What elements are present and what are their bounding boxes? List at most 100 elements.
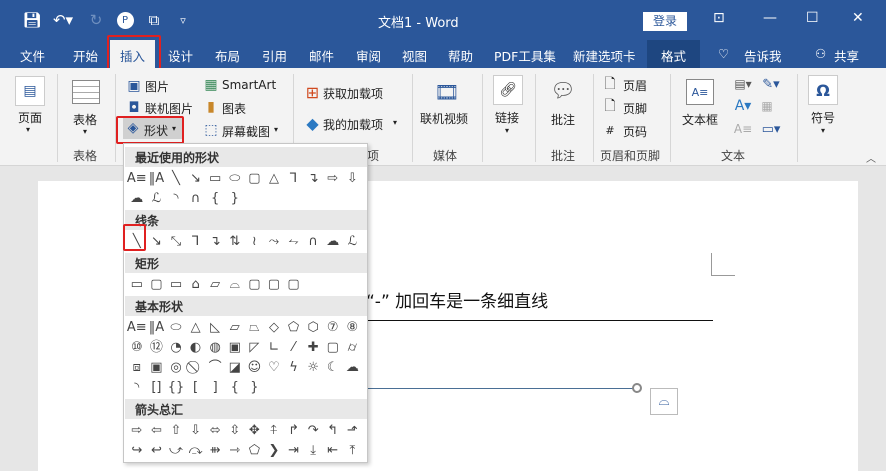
get-addins-button[interactable]: 获取加载项 [323,85,383,102]
smiley-shape-icon[interactable]: ☺ [245,358,265,377]
symbol-button[interactable]: 符号 [811,109,835,126]
cloud-shape-icon[interactable]: ☁ [343,358,363,377]
header-button[interactable]: 页眉 [623,77,647,94]
decagon-shape-icon[interactable]: ⑩ [127,338,147,357]
round-diagonal-shape-icon[interactable]: ▢ [284,275,304,294]
cube-shape-icon[interactable]: ⧈ [127,358,147,377]
left-right-up-arrow-shape-icon[interactable]: ⍏ [264,421,284,440]
sun-shape-icon[interactable]: ☼ [303,358,323,377]
double-arrow-shape-icon[interactable]: ⤡ [166,232,186,251]
freeform-shape-icon[interactable]: ☁ [323,232,343,251]
chevron-shape-icon[interactable]: ❯ [264,441,284,460]
tab-help[interactable]: 帮助 [448,46,473,65]
triangle-shape-icon[interactable]: △ [186,318,206,337]
no-symbol-shape-icon[interactable]: ⃠ [186,358,206,377]
double-bracket-shape-icon[interactable]: [] [147,378,167,397]
tab-new-tab[interactable]: 新建选项卡 [573,46,636,65]
vertical-textbox-shape-icon[interactable]: ‖A [147,169,167,188]
right-arrow-shape-icon[interactable]: ⇨ [127,421,147,440]
bent-up-arrow-shape-icon[interactable]: ⬏ [343,421,363,440]
maximize-icon[interactable]: ☐ [806,10,819,26]
my-addins-dropdown-icon[interactable]: ▾ [393,118,397,127]
pentagon-shape-icon[interactable]: ⬠ [284,318,304,337]
screenshot-button[interactable]: 屏幕截图 [222,123,270,140]
curve-shape-icon[interactable]: ∩ [303,232,323,251]
u-turn-arrow-shape-icon[interactable]: ↷ [303,421,323,440]
frame-shape-icon[interactable]: ▣ [225,338,245,357]
share-button[interactable]: 共享 [834,46,859,65]
curved-down-arrow-shape-icon[interactable]: ⤼ [186,441,206,460]
up-arrow-callout-shape-icon[interactable]: ⤒ [343,441,363,460]
right-brace-shape-icon[interactable]: } [245,378,265,397]
document-text[interactable]: “-” 加回车是一条细直线 [366,287,548,312]
link-button[interactable]: 链接 [495,109,519,126]
elbow-connector-shape-icon[interactable]: ⅂ [284,169,304,188]
pages-button[interactable]: 页面 [18,109,42,126]
triangle-shape-icon[interactable]: △ [264,169,284,188]
layout-options-icon[interactable]: ⌓ [650,388,678,415]
textbox-shape-icon[interactable]: A≡ [127,318,147,337]
rounded-rectangle-shape-icon[interactable]: ▢ [147,275,167,294]
vertical-textbox-shape-icon[interactable]: ‖A [147,318,167,337]
hexagon-shape-icon[interactable]: ⬡ [303,318,323,337]
oval-shape-icon[interactable]: ⬭ [166,318,186,337]
snip-same-side-shape-icon[interactable]: ⌂ [186,275,206,294]
down-arrow-callout-shape-icon[interactable]: ⤓ [303,441,323,460]
picture-button[interactable]: 图片 [145,78,169,95]
right-arrow-shape-icon[interactable]: ⇨ [323,169,343,188]
scribble-shape-icon[interactable]: ℒ [147,189,167,208]
elbow-connector-shape-icon[interactable]: ⅂ [186,232,206,251]
tab-mailings[interactable]: 邮件 [309,46,334,65]
tab-references[interactable]: 引用 [262,46,287,65]
arc-shape-icon[interactable]: ◝ [166,189,186,208]
pentagon-arrow-shape-icon[interactable]: ⬠ [245,441,265,460]
curved-right-arrow-shape-icon[interactable]: ↪ [127,441,147,460]
heart-shape-icon[interactable]: ♡ [264,358,284,377]
tab-view[interactable]: 视图 [402,46,427,65]
symbol-dropdown-icon[interactable]: ▾ [821,126,825,135]
chord-shape-icon[interactable]: ◐ [186,338,206,357]
striped-right-arrow-shape-icon[interactable]: ⇻ [205,441,225,460]
line-shape-icon[interactable]: ╲ [166,169,186,188]
tell-me-search[interactable]: 告诉我 [744,46,782,65]
tab-format[interactable]: 格式 [647,40,701,68]
dodecagon-shape-icon[interactable]: ⑫ [147,338,167,357]
right-triangle-shape-icon[interactable]: ◺ [205,318,225,337]
right-bracket-shape-icon[interactable]: ] [205,378,225,397]
redo-icon[interactable]: ↻ [85,9,107,31]
curved-arrow-shape-icon[interactable]: ⤳ [264,232,284,251]
bevel-shape-icon[interactable]: ▣ [147,358,167,377]
table-button[interactable]: 表格 [73,111,97,128]
can-shape-icon[interactable]: ⌭ [343,338,363,357]
up-arrow-shape-icon[interactable]: ⇧ [166,421,186,440]
freeform-shape-icon[interactable]: ☁ [127,189,147,208]
oval-shape-icon[interactable]: ⬭ [225,169,245,188]
tab-design[interactable]: 设计 [168,46,193,65]
minimize-icon[interactable]: — [763,10,777,26]
table-dropdown-icon[interactable]: ▾ [83,127,87,136]
down-arrow-shape-icon[interactable]: ⇩ [343,169,363,188]
textbox-button[interactable]: 文本框 [682,111,718,128]
customize-qat-icon[interactable]: ▿ [172,9,194,31]
pdf-icon[interactable]: P [114,9,136,31]
right-brace-shape-icon[interactable]: } [225,189,245,208]
arrow-shape-icon[interactable]: ↘ [186,169,206,188]
date-time-icon[interactable]: ▦ [756,98,778,114]
tab-file[interactable]: 文件 [20,46,45,65]
notched-right-arrow-shape-icon[interactable]: ⇾ [225,441,245,460]
pages-icon[interactable]: ▤ [15,76,45,106]
round-same-side-shape-icon[interactable]: ▢ [264,275,284,294]
smartart-button[interactable]: SmartArt [222,78,276,92]
block-arc-shape-icon[interactable]: ⌒ [205,358,225,377]
line-end-handle[interactable] [632,383,642,393]
double-brace-shape-icon[interactable]: {} [166,378,186,397]
heptagon-shape-icon[interactable]: ⑦ [323,318,343,337]
folded-corner-shape-icon[interactable]: ◪ [225,358,245,377]
snip-corner-shape-icon[interactable]: ▭ [166,275,186,294]
tab-pdf-tools[interactable]: PDF工具集 [494,46,556,65]
arc-shape-icon[interactable]: ◝ [127,378,147,397]
rounded-rectangle-shape-icon[interactable]: ▢ [245,169,265,188]
left-arrow-shape-icon[interactable]: ⇦ [147,421,167,440]
comment-button[interactable]: 批注 [551,111,575,128]
login-button[interactable]: 登录 [643,12,687,31]
